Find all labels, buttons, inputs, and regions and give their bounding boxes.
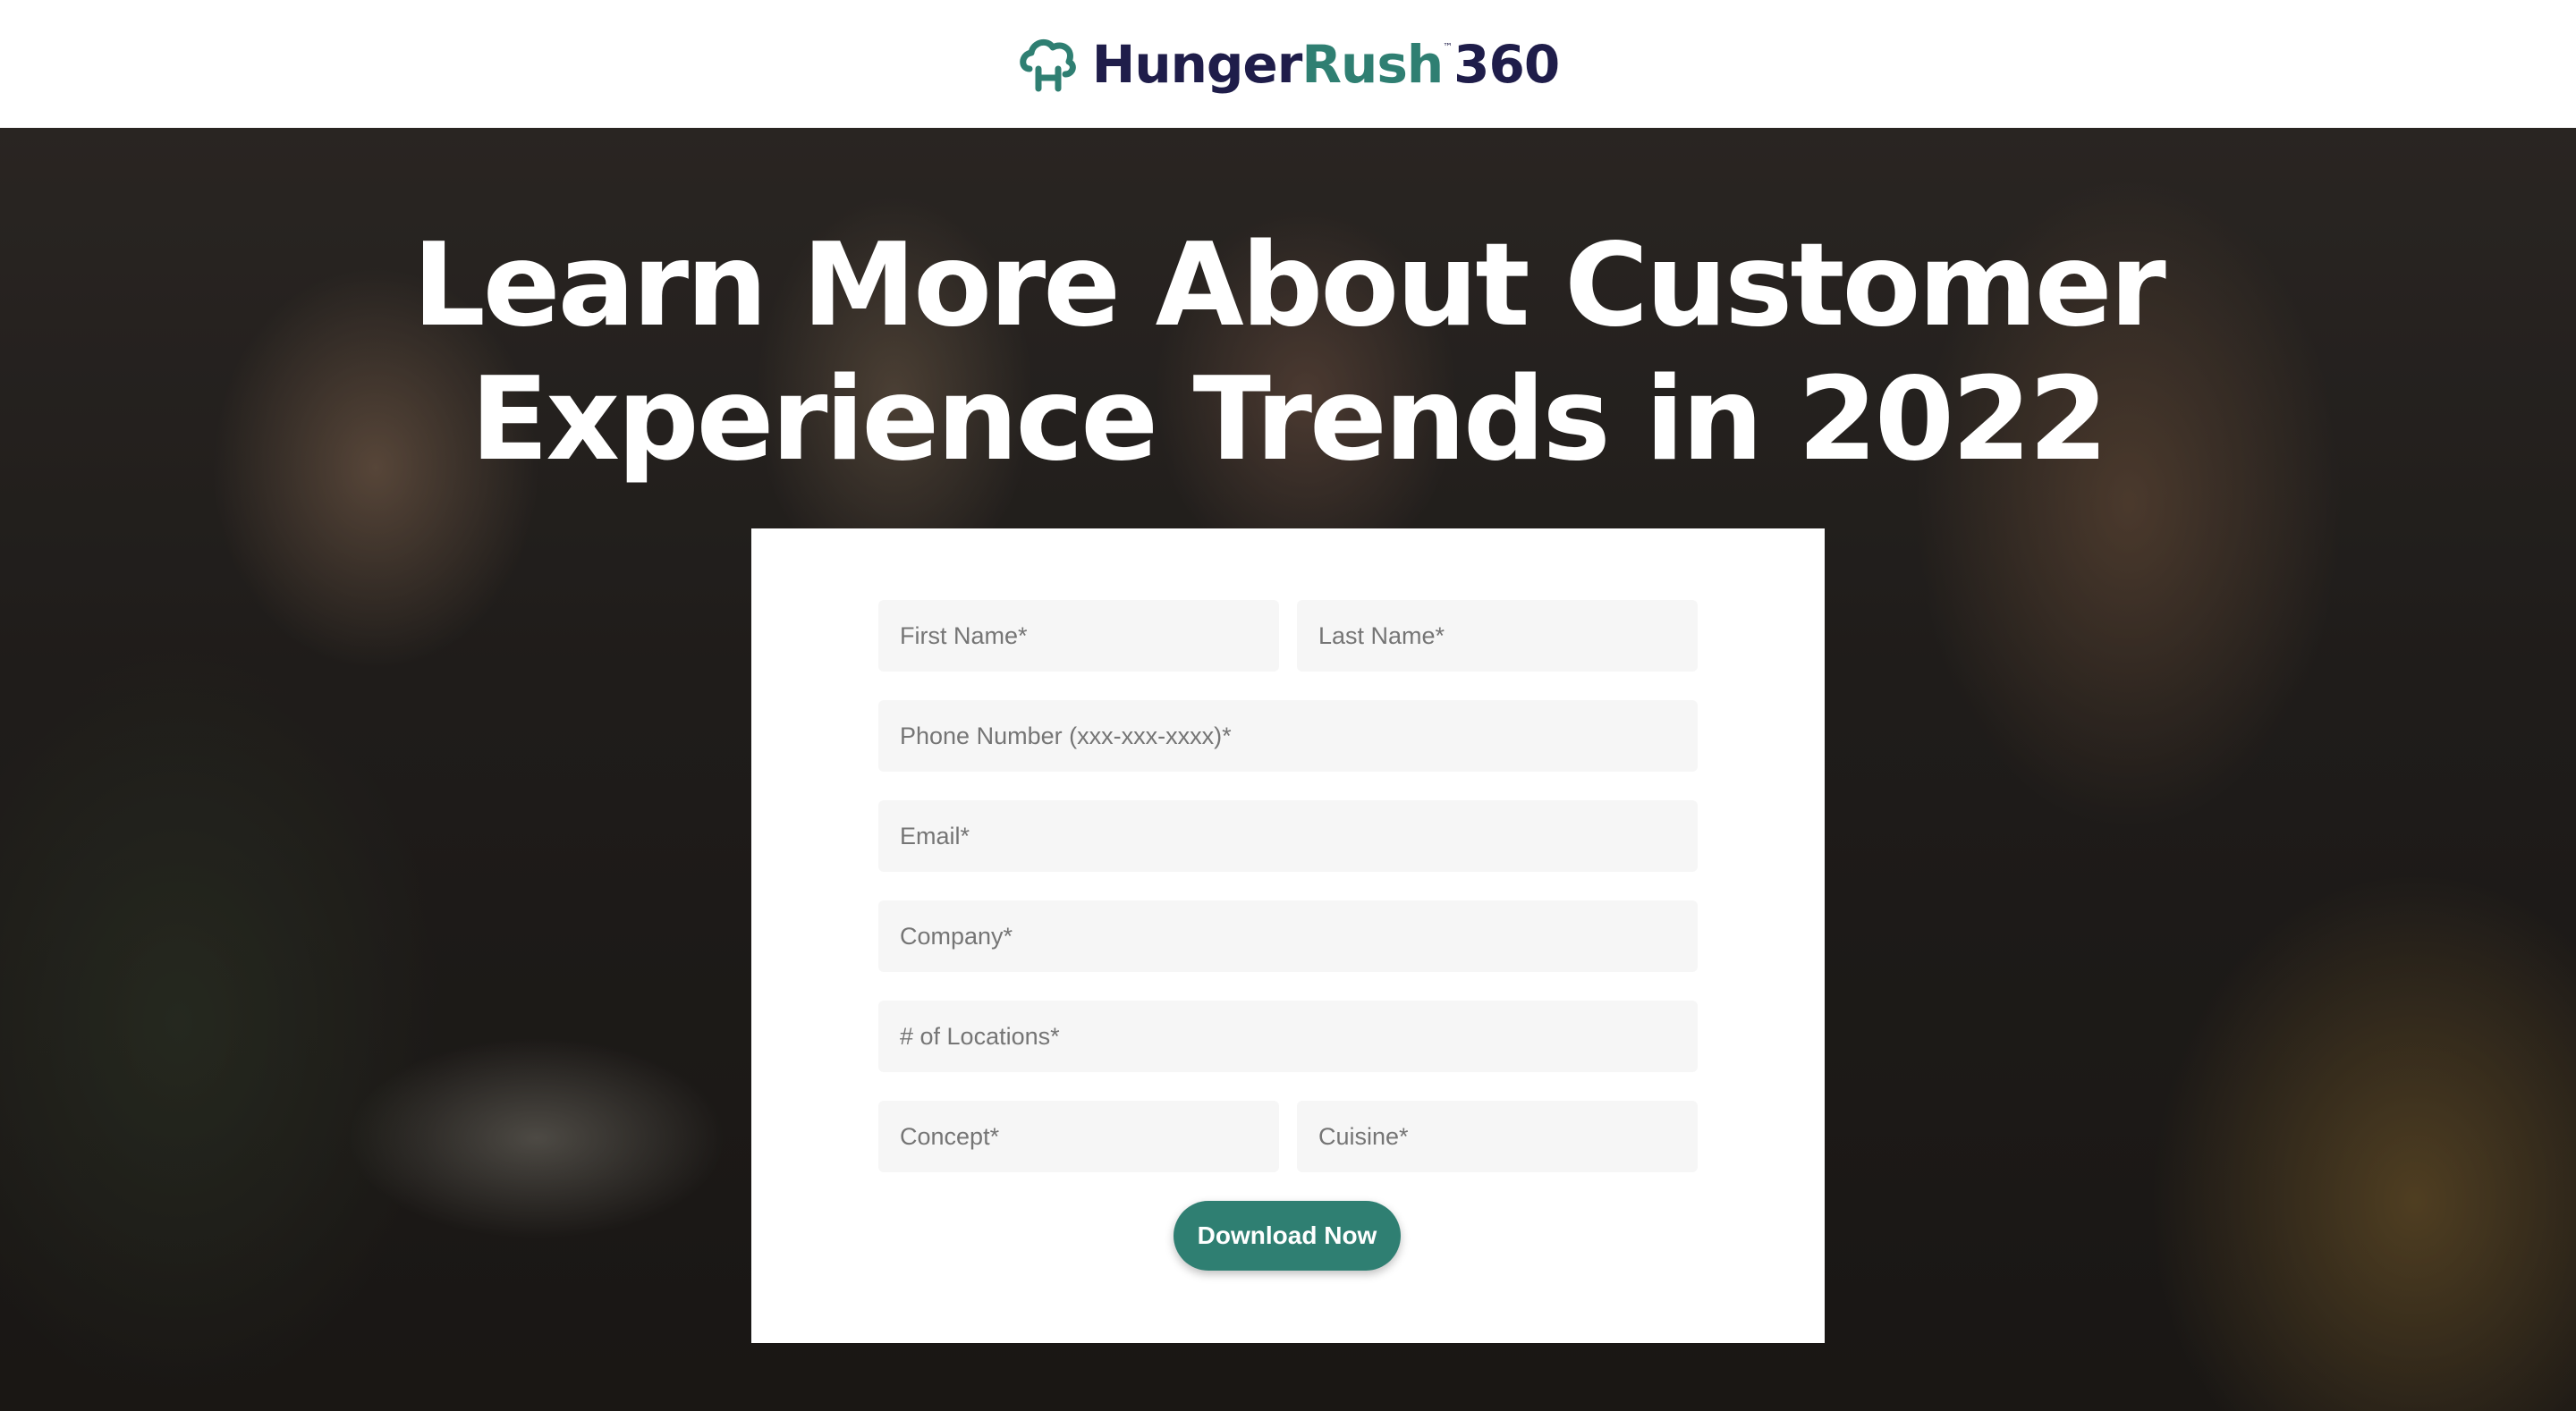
phone-number-field[interactable]: Phone Number (xxx-xxx-xxxx)*	[878, 700, 1698, 772]
logo-word-rush: Rush	[1301, 33, 1444, 95]
logo-word-hunger: Hunger	[1091, 33, 1303, 95]
download-form: First Name* Last Name* Phone Number (xxx…	[751, 528, 1825, 1343]
first-name-field[interactable]: First Name*	[878, 600, 1279, 672]
last-name-field[interactable]: Last Name*	[1297, 600, 1698, 672]
logo-trademark: ™	[1443, 40, 1453, 53]
locations-count-field[interactable]: # of Locations*	[878, 1001, 1698, 1072]
cloud-house-icon	[1020, 38, 1076, 91]
logo-suffix-360: 360	[1453, 33, 1560, 95]
page-headline: Learn More About Customer Experience Tre…	[0, 219, 2576, 487]
headline-line-1: Learn More About Customer	[412, 219, 2166, 352]
hungerrush-logo[interactable]: Hunger Rush ™ 360	[1017, 29, 1560, 100]
logo-wordmark: Hunger Rush ™ 360	[1091, 33, 1560, 95]
headline-line-2: Experience Trends in 2022	[470, 353, 2108, 486]
landing-page: Hunger Rush ™ 360 Learn More About Customer…	[0, 0, 2576, 1411]
email-field[interactable]: Email*	[878, 800, 1698, 872]
download-now-button[interactable]: Download Now	[1174, 1201, 1401, 1271]
site-header: Hunger Rush ™ 360	[0, 0, 2576, 128]
company-field[interactable]: Company*	[878, 900, 1698, 972]
concept-field[interactable]: Concept*	[878, 1101, 1279, 1172]
cuisine-field[interactable]: Cuisine*	[1297, 1101, 1698, 1172]
